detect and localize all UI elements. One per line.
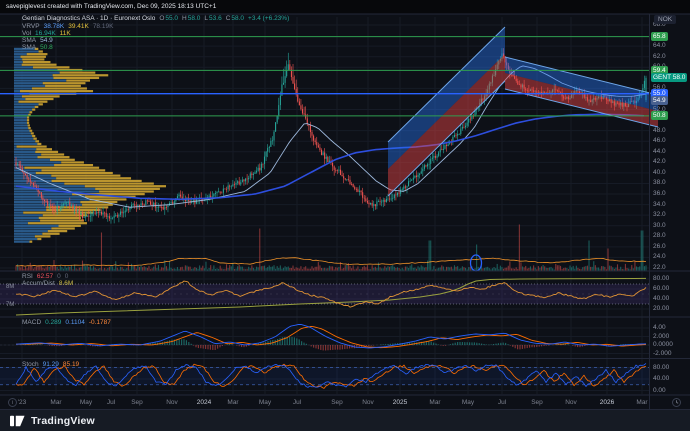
open-label: O bbox=[159, 15, 164, 22]
tradingview-snapshot: savepiglevest created with TradingView.c… bbox=[0, 0, 690, 431]
volume-value: 16.94K bbox=[35, 30, 56, 37]
high-label: H bbox=[182, 15, 187, 22]
rsi-label: RSI bbox=[22, 273, 33, 280]
sma2-value: 50.8 bbox=[40, 44, 53, 51]
rsi-extra-1: 0 bbox=[57, 273, 61, 280]
vrvp-value-1: 38.78K bbox=[44, 23, 65, 30]
vrvp-legend[interactable]: VRVP 38.78K 39.41K 78.19K bbox=[22, 23, 113, 30]
sma1-label: SMA bbox=[22, 37, 36, 44]
high-value: 58.0 bbox=[188, 15, 201, 22]
sma1-value: 54.9 bbox=[40, 37, 53, 44]
stoch-d-value: 85.19 bbox=[63, 361, 79, 368]
footer-bar: TradingView bbox=[0, 410, 690, 431]
symbol-title: Gentian Diagnostics ASA · 1D · Euronext … bbox=[22, 15, 155, 22]
chart-canvas[interactable] bbox=[0, 0, 690, 431]
volume-legend[interactable]: Vol 16.94K 11K bbox=[22, 30, 71, 37]
rsi-value: 62.57 bbox=[37, 273, 53, 280]
macd-line-value: 0.1104 bbox=[65, 319, 84, 326]
vrvp-value-3: 78.19K bbox=[93, 23, 114, 30]
vrvp-label: VRVP bbox=[22, 23, 40, 30]
accdist-label: Accum/Dist bbox=[22, 280, 55, 287]
stoch-label: Stoch bbox=[22, 361, 39, 368]
stoch-k-value: 91.29 bbox=[43, 361, 59, 368]
tradingview-brand[interactable]: TradingView bbox=[31, 415, 95, 427]
low-value: 53.6 bbox=[209, 15, 222, 22]
vrvp-value-2: 39.41K bbox=[68, 23, 89, 30]
macd-label: MACD bbox=[22, 319, 41, 326]
macd-legend[interactable]: MACD 0.289 0.1104 -0.1787 bbox=[22, 319, 111, 326]
rsi-extra-2: 0 bbox=[65, 273, 69, 280]
accdist-legend[interactable]: Accum/Dist 8.6M bbox=[22, 280, 73, 287]
close-value: 58.0 bbox=[231, 15, 244, 22]
sma2-legend[interactable]: SMA 50.8 bbox=[22, 44, 53, 51]
timezone-clock-icon[interactable] bbox=[672, 398, 681, 407]
low-label: L bbox=[204, 15, 208, 22]
sma2-label: SMA bbox=[22, 44, 36, 51]
close-label: C bbox=[226, 15, 231, 22]
open-value: 55.0 bbox=[165, 15, 178, 22]
currency-button[interactable]: NOK bbox=[654, 15, 676, 24]
stoch-legend[interactable]: Stoch 91.29 85.19 bbox=[22, 361, 79, 368]
volume-ma-value: 11K bbox=[60, 30, 71, 37]
symbol-legend[interactable]: Gentian Diagnostics ASA · 1D · Euronext … bbox=[22, 15, 289, 22]
accdist-value: 8.6M bbox=[59, 280, 73, 287]
macd-hist-value: 0.289 bbox=[45, 319, 61, 326]
rsi-legend[interactable]: RSI 62.57 0 0 bbox=[22, 273, 68, 280]
session-info-icon[interactable]: i bbox=[8, 398, 17, 407]
tradingview-logo-icon[interactable] bbox=[10, 415, 25, 427]
change-value: +3.4 (+6.23%) bbox=[248, 15, 289, 22]
sma1-legend[interactable]: SMA 54.9 bbox=[22, 37, 53, 44]
macd-signal-value: -0.1787 bbox=[89, 319, 111, 326]
volume-label: Vol bbox=[22, 30, 31, 37]
clock-glyph bbox=[673, 399, 680, 406]
